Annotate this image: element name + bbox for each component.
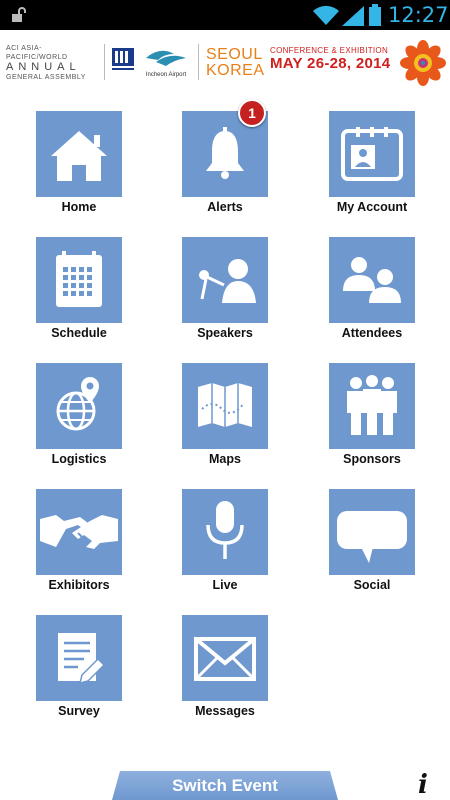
switch-event-button[interactable]: Switch Event [112,771,338,800]
tile-messages-box[interactable] [182,615,268,701]
people-icon [343,257,401,303]
tile-home[interactable]: Home [4,111,150,229]
survey-icon [58,633,106,685]
tile-my-account-label: My Account [336,200,408,214]
tile-social[interactable]: Social [297,489,443,607]
tile-sponsors-label: Sponsors [343,452,401,466]
handshake-icon [40,515,118,549]
tile-logistics-box[interactable] [36,363,122,449]
tile-attendees[interactable]: Attendees [297,237,443,355]
tile-social-box[interactable] [329,489,415,575]
tile-survey-box[interactable] [36,615,122,701]
house-icon [51,131,107,181]
aci-emblem-icon [112,48,134,70]
seoul-text: SEOUL [206,46,263,63]
tile-home-box[interactable] [36,111,122,197]
tile-logistics-label: Logistics [51,452,107,466]
tile-speakers[interactable]: Speakers [150,237,296,355]
speech-bubble-icon [337,511,407,563]
tile-sponsors[interactable]: Sponsors [297,363,443,481]
tile-survey[interactable]: Survey [4,615,150,733]
tile-exhibitors-box[interactable] [36,489,122,575]
banner-divider [104,44,105,80]
tile-maps-label: Maps [209,452,241,466]
conference-label: CONFERENCE & EXHIBITION [270,46,389,55]
seoul-korea-logo: SEOUL KOREA [206,47,265,79]
alerts-count-badge: 1 [238,99,266,127]
map-icon [198,383,252,427]
tile-schedule[interactable]: Schedule [4,237,150,355]
aci-logo-text: ACI ASIA-PACIFIC/WORLD ANNUAL GENERAL AS… [6,44,102,82]
aci-line1: ACI ASIA-PACIFIC/WORLD [6,45,68,61]
tile-attendees-box[interactable] [329,237,415,323]
wifi-icon [313,5,339,26]
tile-live[interactable]: Live [150,489,296,607]
battery-icon [369,4,381,26]
info-icon[interactable]: i [412,772,434,798]
microphone-icon [206,501,244,559]
aci-annual: ANNUAL [6,61,81,73]
event-banner: ACI ASIA-PACIFIC/WORLD ANNUAL GENERAL AS… [0,30,450,94]
tile-speakers-label: Speakers [197,326,253,340]
tile-survey-label: Survey [58,704,100,718]
switch-event-label: Switch Event [172,776,278,795]
banner-divider [198,44,199,80]
tile-maps-box[interactable] [182,363,268,449]
id-card-icon [341,127,403,181]
korea-text: KOREA [206,62,265,79]
envelope-icon [194,637,256,681]
tile-maps[interactable]: Maps [150,363,296,481]
tile-alerts[interactable]: Alerts [150,111,296,229]
tile-messages[interactable]: Messages [150,615,296,733]
group-icon [347,375,397,435]
tile-social-label: Social [353,578,391,592]
tile-my-account[interactable]: My Account [297,111,443,229]
unlock-icon [12,7,26,22]
clock: 12:27 [388,3,449,27]
tile-my-account-box[interactable] [329,111,415,197]
calendar-icon [56,251,102,307]
tile-logistics[interactable]: Logistics [4,363,150,481]
tile-exhibitors[interactable]: Exhibitors [4,489,150,607]
aci-general-assembly: GENERAL ASSEMBLY [6,74,86,81]
event-dates: MAY 26-28, 2014 [270,55,391,72]
tile-sponsors-box[interactable] [329,363,415,449]
status-bar: 12:27 [0,0,450,30]
tile-schedule-label: Schedule [51,326,107,340]
tile-exhibitors-label: Exhibitors [48,578,110,592]
tile-home-label: Home [61,200,97,214]
signal-icon [342,6,364,26]
globe-pin-icon [56,377,99,431]
speaker-icon [199,259,256,303]
tile-alerts-label: Alerts [207,200,243,214]
tile-live-box[interactable] [182,489,268,575]
flower-logo-icon [400,40,446,86]
tile-speakers-box[interactable] [182,237,268,323]
tile-live-label: Live [212,578,238,592]
tile-attendees-label: Attendees [341,326,403,340]
tile-schedule-box[interactable] [36,237,122,323]
tile-messages-label: Messages [195,704,255,718]
incheon-airport-label: Incheon Airport [145,72,187,78]
